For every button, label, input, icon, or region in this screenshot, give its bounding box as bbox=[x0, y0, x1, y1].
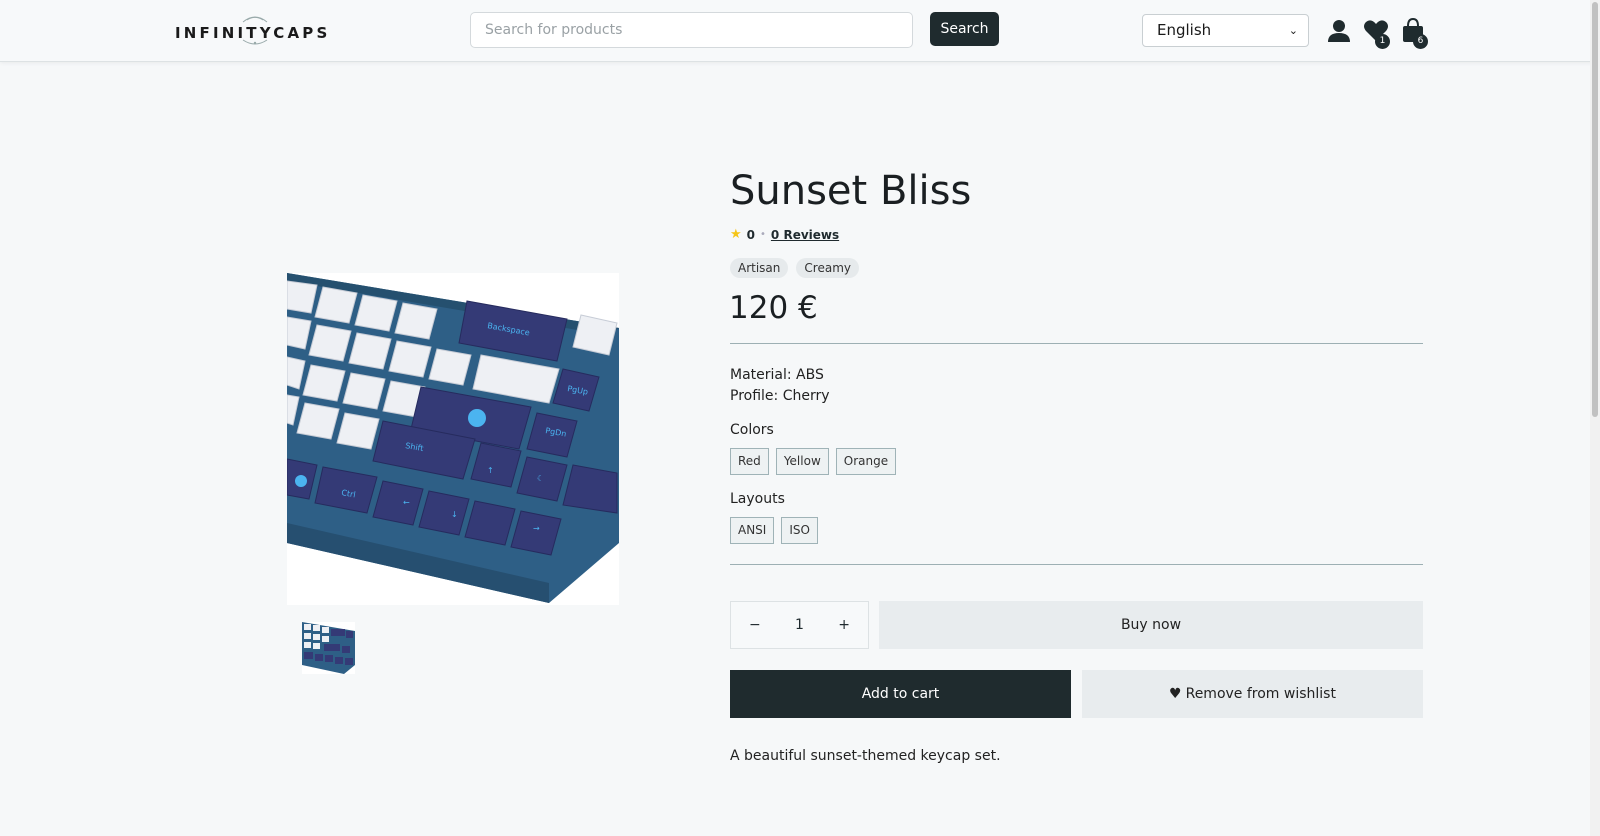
profile-spec: Profile: Cherry bbox=[730, 388, 830, 404]
product-description: A beautiful sunset-themed keycap set. bbox=[730, 748, 1001, 764]
page-scrollbar[interactable] bbox=[1590, 0, 1600, 836]
cart-link[interactable]: 6 bbox=[1400, 17, 1428, 49]
buy-now-button[interactable]: Buy now bbox=[879, 601, 1423, 649]
svg-text:↑: ↑ bbox=[487, 466, 494, 475]
star-icon: ★ bbox=[730, 227, 742, 242]
tag-creamy[interactable]: Creamy bbox=[796, 258, 859, 278]
wishlist-count-badge: 1 bbox=[1375, 34, 1390, 49]
product-main-image: Backspace PgUp PgDn Shift Ctrl ↑ ← ↓ → ☾ bbox=[287, 273, 619, 605]
thumbnail-image bbox=[302, 622, 355, 674]
divider bbox=[730, 564, 1423, 565]
svg-text:→: → bbox=[533, 524, 540, 533]
product-rating: ★ 0 • 0 Reviews bbox=[730, 227, 839, 242]
product-thumbnail[interactable] bbox=[302, 622, 355, 674]
remove-from-wishlist-button[interactable]: ♥ Remove from wishlist bbox=[1082, 670, 1423, 718]
chevron-down-icon: ⌄ bbox=[1288, 24, 1298, 37]
svg-text:☾: ☾ bbox=[537, 474, 544, 483]
layout-option-ansi[interactable]: ANSI bbox=[730, 517, 775, 544]
divider bbox=[730, 343, 1423, 344]
rating-separator: • bbox=[760, 229, 766, 240]
scrollbar-thumb[interactable] bbox=[1592, 2, 1598, 417]
language-value: English bbox=[1157, 21, 1212, 39]
layout-option-iso[interactable]: ISO bbox=[781, 517, 818, 544]
reviews-link[interactable]: 0 Reviews bbox=[771, 228, 839, 242]
color-options: Red Yellow Orange bbox=[730, 448, 897, 475]
color-option-red[interactable]: Red bbox=[730, 448, 769, 475]
quantity-increase-button[interactable]: + bbox=[838, 617, 850, 633]
user-icon[interactable] bbox=[1326, 18, 1352, 46]
keyboard-image: Backspace PgUp PgDn Shift Ctrl ↑ ← ↓ → ☾ bbox=[287, 273, 619, 603]
svg-text:↓: ↓ bbox=[451, 510, 458, 519]
color-option-yellow[interactable]: Yellow bbox=[775, 448, 829, 475]
remove-wishlist-label: Remove from wishlist bbox=[1185, 686, 1336, 702]
add-to-cart-button[interactable]: Add to cart bbox=[730, 670, 1071, 718]
product-price: 120 € bbox=[729, 290, 818, 326]
svg-text:←: ← bbox=[403, 498, 410, 507]
product-title: Sunset Bliss bbox=[730, 168, 972, 214]
color-option-orange[interactable]: Orange bbox=[835, 448, 897, 475]
heart-icon: ♥ bbox=[1169, 686, 1182, 702]
layouts-label: Layouts bbox=[730, 491, 785, 507]
wishlist-link[interactable]: 1 bbox=[1363, 18, 1390, 49]
logo[interactable]: INFINITYCAPS bbox=[175, 16, 335, 46]
rating-value: 0 bbox=[746, 227, 756, 242]
cart-count-badge: 6 bbox=[1413, 34, 1428, 49]
material-spec: Material: ABS bbox=[730, 367, 824, 383]
tag-artisan[interactable]: Artisan bbox=[730, 258, 789, 278]
search-button[interactable]: Search bbox=[930, 12, 999, 46]
layout-options: ANSI ISO bbox=[730, 517, 818, 544]
search-input[interactable] bbox=[470, 12, 913, 48]
product-tags: Artisan Creamy bbox=[730, 258, 859, 278]
quantity-stepper: − 1 + bbox=[730, 601, 869, 649]
colors-label: Colors bbox=[730, 422, 774, 438]
quantity-decrease-button[interactable]: − bbox=[749, 617, 761, 633]
logo-text: INFINITYCAPS bbox=[175, 24, 331, 42]
site-header: INFINITYCAPS Search English ⌄ 1 6 bbox=[0, 0, 1600, 62]
language-select[interactable]: English ⌄ bbox=[1142, 14, 1309, 47]
quantity-value[interactable]: 1 bbox=[795, 617, 804, 633]
